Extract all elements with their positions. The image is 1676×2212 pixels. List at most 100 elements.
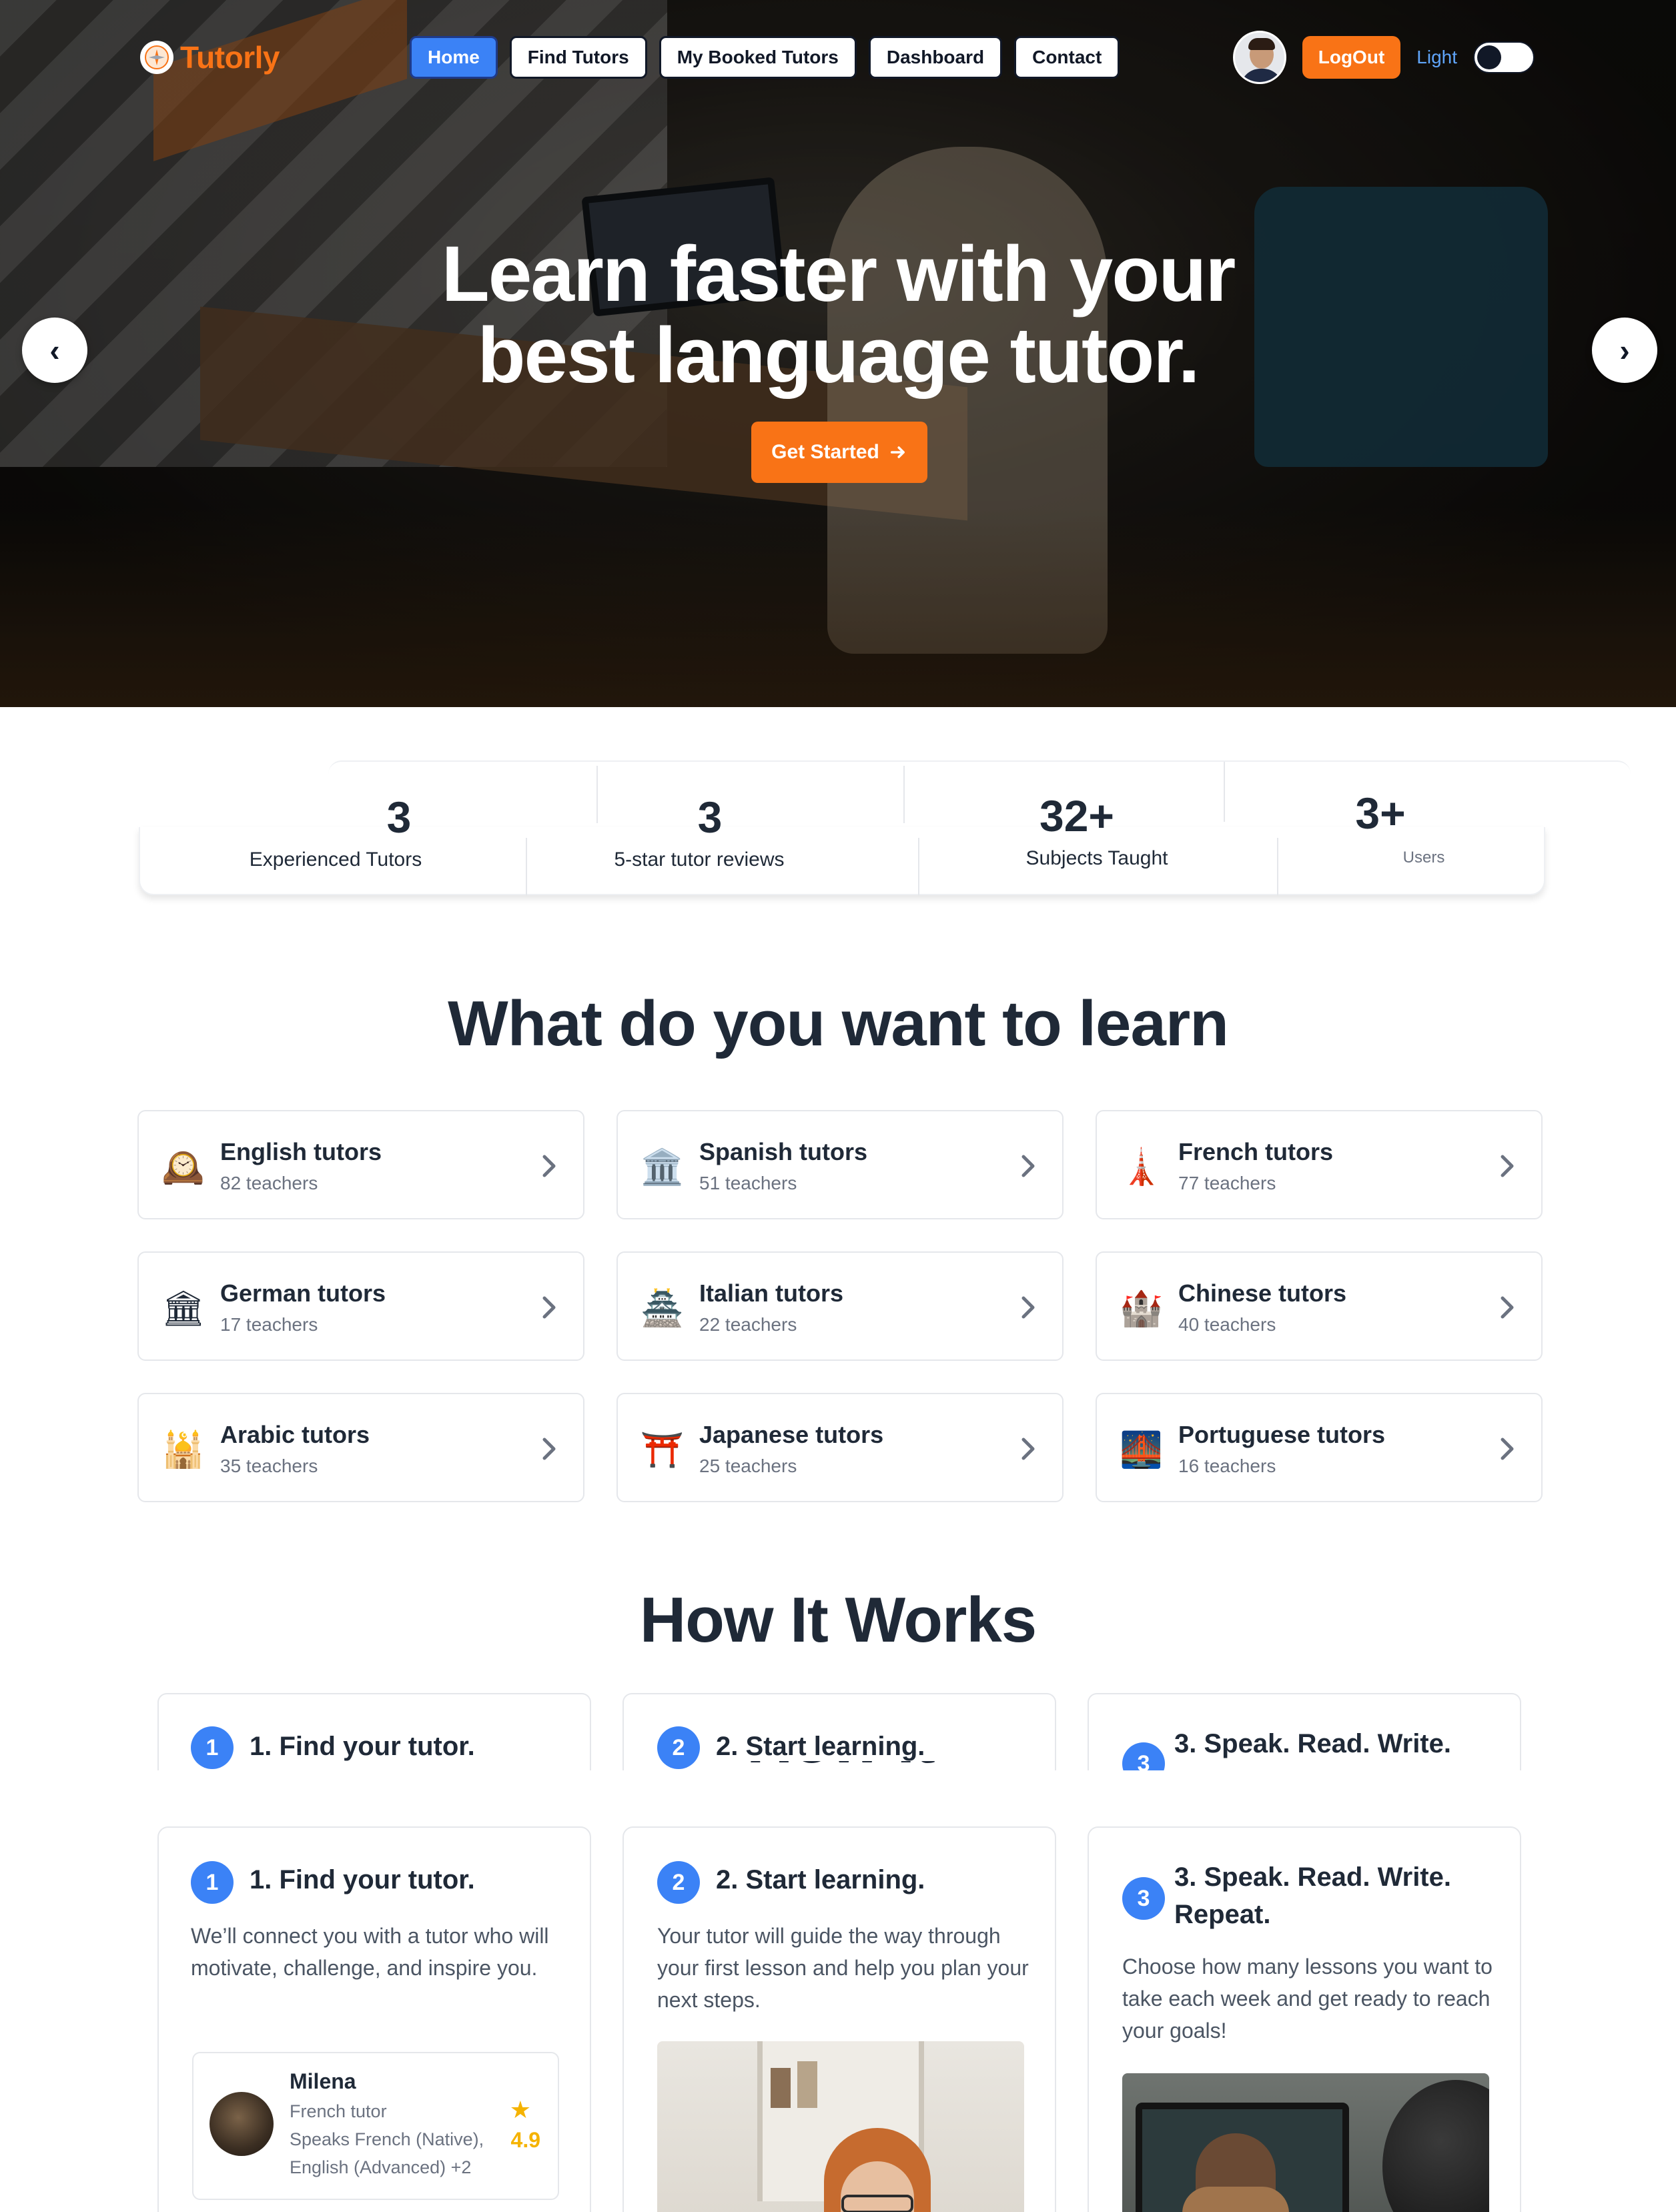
category-name: English tutors bbox=[220, 1138, 382, 1165]
step-title: 2. Start learning. bbox=[716, 1732, 925, 1761]
stat-five-star-reviews: 3 5-star tutor reviews bbox=[552, 794, 846, 871]
step-description: We’ll connect you with a tutor who will … bbox=[191, 1924, 549, 1980]
stat-experienced-tutors: 3 Experienced Tutors bbox=[199, 794, 472, 871]
theme-toggle[interactable] bbox=[1473, 41, 1535, 73]
category-name: Portuguese tutors bbox=[1178, 1421, 1386, 1448]
stats-divider bbox=[526, 838, 527, 895]
stat-subjects-taught: 32+ Subjects Taught bbox=[957, 792, 1237, 870]
user-avatar[interactable] bbox=[1232, 31, 1286, 84]
category-count: 35 teachers bbox=[220, 1456, 318, 1476]
carousel-next-button[interactable]: › bbox=[1592, 318, 1657, 383]
top-navbar: Tutorly Home Find Tutors My Booked Tutor… bbox=[0, 31, 1676, 84]
category-card-arabic[interactable]: 🕌 Arabic tutors 35 teachers bbox=[137, 1393, 584, 1502]
step-title: 3. Speak. Read. Write. Repeat. bbox=[1174, 1862, 1451, 1929]
category-card-portuguese[interactable]: 🌉 Portuguese tutors 16 teachers bbox=[1096, 1393, 1543, 1502]
mantel-clock-icon: 🕰️ bbox=[161, 1148, 205, 1187]
nav-find-tutors[interactable]: Find Tutors bbox=[509, 36, 647, 79]
stat-value: 3 bbox=[697, 792, 723, 842]
category-count: 22 teachers bbox=[699, 1314, 797, 1335]
theme-label: Light bbox=[1416, 47, 1457, 67]
chevron-right-icon bbox=[1021, 1296, 1035, 1319]
stats-bar: 3 Experienced Tutors 3 5-star tutor revi… bbox=[139, 760, 1631, 895]
european-castle-icon: 🏰 bbox=[1120, 1289, 1163, 1328]
chevron-right-icon bbox=[542, 1296, 556, 1319]
step-number-badge: 1 bbox=[191, 1861, 234, 1904]
tutor-avatar bbox=[210, 2092, 274, 2156]
video-lesson-photo bbox=[1122, 2073, 1489, 2212]
category-count: 77 teachers bbox=[1178, 1173, 1276, 1193]
category-count: 25 teachers bbox=[699, 1456, 797, 1476]
brand-name: Tutorly bbox=[180, 40, 280, 75]
logout-button[interactable]: LogOut bbox=[1302, 36, 1401, 79]
nav-my-booked-tutors[interactable]: My Booked Tutors bbox=[659, 36, 857, 79]
step-number-badge: 2 bbox=[657, 1861, 700, 1904]
arrow-right-icon bbox=[890, 446, 905, 458]
chevron-right-icon bbox=[1501, 1296, 1514, 1319]
category-card-chinese[interactable]: 🏰 Chinese tutors 40 teachers bbox=[1096, 1251, 1543, 1361]
category-card-german[interactable]: 🏛 German tutors 17 teachers bbox=[137, 1251, 584, 1361]
stats-divider bbox=[918, 838, 919, 895]
stat-label: Experienced Tutors bbox=[249, 849, 422, 871]
get-started-label: Get Started bbox=[771, 441, 879, 463]
stats-divider bbox=[903, 766, 905, 823]
stat-label: 5-star tutor reviews bbox=[614, 849, 785, 871]
step-description: Your tutor will guide the way through yo… bbox=[657, 1924, 1029, 2012]
category-card-japanese[interactable]: ⛩️ Japanese tutors 25 teachers bbox=[616, 1393, 1064, 1502]
carousel-prev-button[interactable]: ‹ bbox=[22, 318, 87, 383]
nav-links: Home Find Tutors My Booked Tutors Dashbo… bbox=[410, 36, 1120, 79]
hero-title: Learn faster with your best language tut… bbox=[0, 233, 1676, 396]
category-count: 16 teachers bbox=[1178, 1456, 1276, 1476]
chevron-right-icon bbox=[1501, 1155, 1514, 1177]
category-card-french[interactable]: 🗼 French tutors 77 teachers bbox=[1096, 1110, 1543, 1219]
nav-dashboard[interactable]: Dashboard bbox=[868, 36, 1003, 79]
tutor-rating: 4.9 bbox=[510, 2128, 540, 2152]
category-card-english[interactable]: 🕰️ English tutors 82 teachers bbox=[137, 1110, 584, 1219]
step-number-badge: 1 bbox=[191, 1726, 234, 1769]
chevron-right-icon bbox=[1021, 1155, 1035, 1177]
step-title: 3. Speak. Read. Write. bbox=[1174, 1729, 1451, 1758]
chevron-right-icon bbox=[1021, 1438, 1035, 1460]
category-name: Spanish tutors bbox=[699, 1138, 868, 1165]
logo-icon bbox=[140, 41, 173, 74]
stat-value: 32+ bbox=[1039, 791, 1114, 841]
nav-contact[interactable]: Contact bbox=[1014, 36, 1120, 79]
bridge-icon: 🌉 bbox=[1120, 1431, 1163, 1470]
nav-user-area: LogOut Light bbox=[1232, 31, 1535, 84]
nav-home[interactable]: Home bbox=[410, 36, 498, 79]
brand-logo[interactable]: Tutorly bbox=[140, 39, 280, 76]
tutor-role: French tutor bbox=[290, 2101, 387, 2121]
hero-title-line-2: best language tutor. bbox=[477, 312, 1200, 400]
category-name: Chinese tutors bbox=[1178, 1279, 1347, 1307]
category-count: 40 teachers bbox=[1178, 1314, 1276, 1335]
stat-label: Users bbox=[1402, 849, 1445, 867]
stat-label: Subjects Taught bbox=[1025, 847, 1168, 869]
category-name: Arabic tutors bbox=[220, 1421, 370, 1448]
category-name: French tutors bbox=[1178, 1138, 1334, 1165]
chevron-right-icon bbox=[542, 1438, 556, 1460]
step-card-ghost: 3 3. Speak. Read. Write. bbox=[1088, 1693, 1521, 1785]
get-started-button[interactable]: Get Started bbox=[751, 422, 927, 483]
section-separator bbox=[0, 1770, 1676, 1817]
classical-building-icon: 🏛 bbox=[161, 1289, 206, 1328]
tutor-name: Milena bbox=[290, 2069, 356, 2093]
mosque-icon: 🕌 bbox=[161, 1431, 205, 1470]
category-card-italian[interactable]: 🏯 Italian tutors 22 teachers bbox=[616, 1251, 1064, 1361]
toggle-knob bbox=[1477, 45, 1501, 69]
step-card-find-tutor: 1 1. Find your tutor. We’ll connect you … bbox=[157, 1826, 591, 2212]
building-icon: 🏛️ bbox=[641, 1148, 684, 1187]
category-name: German tutors bbox=[220, 1279, 386, 1307]
stat-users: 3+ Users bbox=[1324, 790, 1524, 867]
step-card-ghost: 1 1. Find your tutor. bbox=[157, 1693, 591, 1776]
learn-section-title: What do you want to learn bbox=[448, 988, 1229, 1059]
category-card-spanish[interactable]: 🏛️ Spanish tutors 51 teachers bbox=[616, 1110, 1064, 1219]
stat-value: 3+ bbox=[1355, 788, 1406, 838]
hero-title-line-1: Learn faster with your bbox=[441, 230, 1236, 318]
category-name: Italian tutors bbox=[699, 1279, 844, 1307]
step-description: Choose how many lessons you want to take… bbox=[1122, 1955, 1493, 2043]
step-title: 1. Find your tutor. bbox=[250, 1865, 475, 1894]
step-card-speak-read-write: 3 3. Speak. Read. Write. Repeat. Choose … bbox=[1088, 1826, 1521, 2212]
tower-icon: 🗼 bbox=[1120, 1148, 1163, 1187]
category-name: Japanese tutors bbox=[699, 1421, 884, 1448]
tutor-languages: Speaks French (Native), bbox=[290, 2129, 484, 2149]
tutor-preview-card[interactable]: Milena French tutor Speaks French (Nativ… bbox=[192, 2052, 559, 2200]
